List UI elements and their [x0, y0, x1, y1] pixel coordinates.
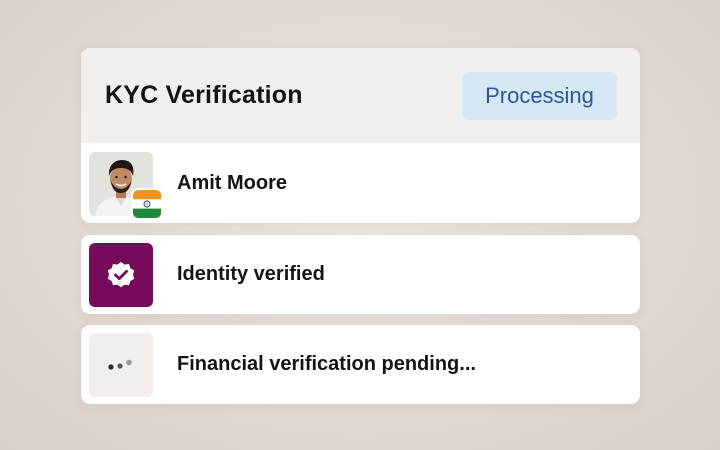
step-financial-label: Financial verification pending... [177, 353, 476, 375]
step-identity-label: Identity verified [177, 263, 325, 285]
loading-dots-icon [89, 333, 153, 397]
verified-badge-icon [89, 243, 153, 307]
kyc-widget: KYC Verification Processing Amit Moore I… [0, 0, 720, 450]
kyc-header-bar: KYC Verification Processing [81, 48, 640, 143]
page-title: KYC Verification [105, 81, 303, 109]
user-avatar-group [89, 152, 161, 218]
india-flag-icon [133, 190, 161, 218]
status-badge: Processing [462, 72, 617, 120]
kyc-header-card: KYC Verification Processing Amit Moore [81, 48, 640, 223]
user-name: Amit Moore [177, 172, 287, 194]
step-financial-card: Financial verification pending... [81, 325, 640, 404]
step-identity-card: Identity verified [81, 235, 640, 314]
